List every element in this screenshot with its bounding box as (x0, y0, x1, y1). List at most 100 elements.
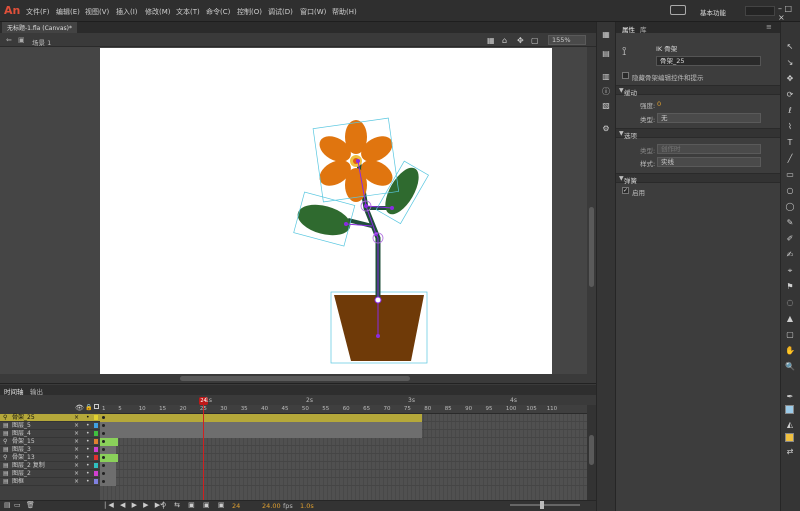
panel-strip-icon-1[interactable]: ▤ (601, 49, 611, 59)
layer-color-swatch[interactable] (94, 439, 98, 444)
lock-toggle[interactable]: • (86, 470, 90, 478)
tool-icon-5[interactable]: ⌇ (785, 122, 795, 132)
tool-icon-13[interactable]: ✍ (785, 250, 795, 260)
tool-icon-6[interactable]: T (785, 138, 795, 148)
frame-row[interactable] (100, 478, 587, 486)
menu-9[interactable]: 窗口(W) (300, 7, 326, 17)
tab-properties[interactable]: 属性 (622, 24, 635, 34)
stage-horizontal-scrollbar[interactable] (0, 374, 587, 383)
keyframe[interactable] (102, 456, 105, 459)
layer-color-swatch[interactable] (94, 455, 98, 460)
panel-strip-icon-5[interactable]: ⚙ (601, 124, 611, 134)
layer-row[interactable]: ▤ 图层_2 复制 × • (0, 462, 100, 470)
layer-color-swatch[interactable] (94, 423, 98, 428)
workspace-switcher[interactable]: 基本功能 (700, 7, 726, 17)
tool-icon-2[interactable]: ✥ (785, 74, 795, 84)
scene-label[interactable]: 场景 1 (32, 37, 51, 47)
layer-color-swatch[interactable] (94, 447, 98, 452)
tool-icon-14[interactable]: ⌖ (785, 266, 795, 276)
layer-name[interactable]: 骨架_13 (12, 454, 35, 462)
lock-toggle[interactable]: • (86, 462, 90, 470)
tab-library[interactable]: 库 (640, 24, 647, 34)
visibility-toggle[interactable]: × (74, 414, 79, 422)
menu-3[interactable]: 插入(I) (116, 7, 138, 17)
keyframe[interactable] (102, 440, 105, 443)
outline-icon[interactable] (94, 404, 99, 409)
layer-name[interactable]: 图层_2 (12, 470, 31, 478)
strength-value[interactable]: 0 (657, 100, 661, 108)
visibility-toggle[interactable]: × (74, 470, 79, 478)
edit-symbol-icon[interactable]: ⌂ (502, 36, 507, 45)
tool-icon-8[interactable]: ▭ (785, 170, 795, 180)
layer-row[interactable]: ▤ 图框 × • (0, 478, 100, 486)
tool-icon-17[interactable]: ▲ (785, 314, 795, 324)
lock-toggle[interactable]: • (86, 430, 90, 438)
frame-grid[interactable] (100, 414, 587, 500)
spring-section-header[interactable]: ▼ 弹簧 (616, 173, 780, 185)
options-section-header[interactable]: ▼ 选项 (616, 128, 780, 140)
visibility-toggle[interactable]: × (74, 478, 79, 486)
panel-strip-icon-2[interactable]: ▥ (601, 72, 611, 82)
tool-icon-20[interactable]: 🔍 (785, 362, 795, 372)
paint-bucket-icon[interactable]: ◭ (785, 420, 795, 430)
lock-toggle[interactable]: • (86, 414, 90, 422)
visibility-toggle[interactable]: × (74, 438, 79, 446)
tool-icon-7[interactable]: ╱ (785, 154, 795, 164)
edit-scene-icon[interactable]: ▦ (487, 36, 495, 45)
layer-row[interactable]: ⚲ 骨架_15 × • (0, 438, 100, 446)
playback-controls[interactable]: |◀ ◀ ▶ ▶ ▶| (104, 501, 167, 509)
ease-section-header[interactable]: ▼ 缓动 (616, 85, 780, 97)
ease-type-select[interactable]: 无 (657, 113, 761, 123)
tool-icon-12[interactable]: ✐ (785, 234, 795, 244)
frame-row[interactable] (100, 438, 587, 446)
document-tab[interactable]: 无标题-1.fla (Canvas)* (2, 22, 77, 33)
onion-skin-icons[interactable]: ⟲ ⇆ ▣ ▣ ▣ (160, 501, 227, 509)
layer-row[interactable]: ▤ 图层_5 × • (0, 422, 100, 430)
tool-icon-16[interactable]: ◌ (785, 298, 795, 308)
layer-name[interactable]: 图层_4 (12, 430, 31, 438)
layer-color-swatch[interactable] (94, 431, 98, 436)
back-arrow-icon[interactable]: ⇐ (6, 36, 12, 44)
keyframe[interactable] (102, 464, 105, 467)
lock-toggle[interactable]: • (86, 422, 90, 430)
lock-toggle[interactable]: • (86, 438, 90, 446)
visibility-toggle[interactable]: × (74, 430, 79, 438)
zoom-select[interactable]: 155% (548, 35, 586, 45)
visibility-toggle[interactable]: × (74, 446, 79, 454)
menu-8[interactable]: 调试(D) (268, 7, 293, 17)
swap-colors-icon[interactable]: ⇄ (785, 447, 795, 457)
tool-icon-4[interactable]: ℓ (785, 106, 795, 116)
timeline-scrollbar[interactable] (587, 405, 596, 500)
tool-icon-3[interactable]: ⟳ (785, 90, 795, 100)
new-folder-icon[interactable]: ▭ (14, 501, 21, 509)
layer-row[interactable]: ▤ 图层_4 × • (0, 430, 100, 438)
visibility-toggle[interactable]: × (74, 454, 79, 462)
layer-color-swatch[interactable] (94, 463, 98, 468)
sync-icon[interactable] (670, 5, 686, 15)
lock-icon[interactable]: 🔒 (85, 404, 92, 411)
menu-2[interactable]: 视图(V) (85, 7, 109, 17)
panel-strip-icon-0[interactable]: ▦ (601, 30, 611, 40)
frame-row[interactable] (100, 446, 587, 454)
style-select[interactable]: 实线 (657, 157, 761, 167)
visibility-toggle[interactable]: × (74, 462, 79, 470)
fps-value[interactable]: 24.00 (262, 502, 281, 510)
layer-color-swatch[interactable] (94, 471, 98, 476)
layer-name[interactable]: 图层_2 复制 (12, 462, 45, 470)
layer-name[interactable]: 图层_3 (12, 446, 31, 454)
frame-row[interactable] (100, 422, 587, 430)
menu-6[interactable]: 命令(C) (206, 7, 230, 17)
frame-span[interactable] (100, 422, 422, 430)
stage-vertical-scrollbar[interactable] (587, 47, 596, 383)
clip-icon[interactable]: ▢ (531, 36, 539, 45)
menu-0[interactable]: 文件(F) (26, 7, 50, 17)
flower-artwork[interactable] (100, 48, 552, 375)
panel-menu-icon[interactable]: ≡ (766, 23, 772, 31)
window-controls[interactable]: – □ × (778, 4, 798, 22)
frame-row[interactable] (100, 454, 587, 462)
layer-name[interactable]: 骨架_25 (12, 414, 35, 422)
keyframe[interactable] (102, 432, 105, 435)
frame-row[interactable] (100, 470, 587, 478)
frame-row[interactable] (100, 462, 587, 470)
tool-icon-19[interactable]: ✋ (785, 346, 795, 356)
